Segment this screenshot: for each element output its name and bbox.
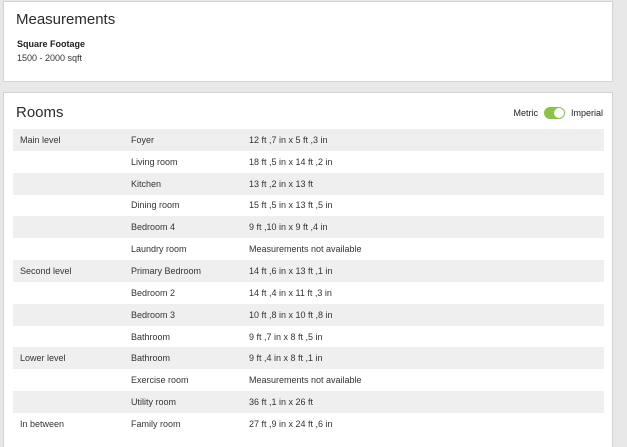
room-cell: Bathroom [131,331,171,342]
table-row: Lower level Bathroom 9 ft ,4 in x 8 ft ,1 … [13,347,604,370]
room-cell: Primary Bedroom [131,265,202,276]
level-cell: Second level [20,265,72,276]
table-row: Laundry room Measurements not available [13,238,604,260]
room-cell: Bedroom 3 [131,309,176,320]
dimensions-cell: 12 ft ,7 in x 5 ft ,3 in [249,134,328,145]
measurements-card: Measurements Square Footage 1500 - 2000 … [3,1,613,82]
table-row: Main level Foyer 12 ft ,7 in x 5 ft ,3 in [13,129,604,151]
dimensions-cell: 36 ft ,1 in x 26 ft [249,397,314,408]
table-row: Second level Primary Bedroom 14 ft ,6 in x… [13,260,604,282]
table-row: Living room 18 ft ,5 in x 14 ft ,2 in [13,151,604,173]
room-cell: Bedroom 2 [131,287,176,298]
table-row: Utility room 36 ft ,1 in x 26 ft [13,391,604,413]
measurements-title: Measurements [16,11,116,28]
dimensions-cell: 13 ft ,2 in x 13 ft [249,178,314,189]
dimensions-cell: 14 ft ,4 in x 11 ft ,3 in [249,287,332,298]
dimensions-cell: 10 ft ,8 in x 10 ft ,8 in [249,309,333,320]
table-row: Bedroom 4 9 ft ,10 in x 9 ft ,4 in [13,216,604,239]
table-row: Exercise room Measurements not available [13,369,604,391]
toggle-knob [553,108,564,118]
room-cell: Exercise room [131,375,189,386]
table-row: Dining room 15 ft ,5 in x 13 ft ,5 in [13,195,604,217]
dimensions-cell: 15 ft ,5 in x 13 ft ,5 in [249,200,333,211]
rooms-card: Rooms Metric Imperial Main level Foyer 12 … [3,92,613,447]
room-cell: Utility room [131,397,177,408]
table-row: Bathroom 9 ft ,7 in x 8 ft ,5 in [13,326,604,348]
room-cell: Kitchen [131,178,162,189]
dimensions-cell: Measurements not available [249,244,362,255]
rooms-table: Main level Foyer 12 ft ,7 in x 5 ft ,3 in L… [13,129,604,435]
dimensions-cell: Measurements not available [249,375,362,386]
unit-toggle-switch[interactable] [543,107,565,119]
room-cell: Bathroom [131,353,171,364]
table-row: In between Family room 27 ft ,9 in x 24 ft… [13,413,604,435]
dimensions-cell: 9 ft ,10 in x 9 ft ,4 in [249,222,328,233]
room-cell: Dining room [131,200,180,211]
dimensions-cell: 18 ft ,5 in x 14 ft ,2 in [249,156,333,167]
metric-option[interactable]: Metric [513,108,538,118]
rooms-title: Rooms [16,104,64,121]
square-footage-value: 1500 - 2000 sqft [17,53,83,63]
imperial-option[interactable]: Imperial [571,108,603,118]
level-cell: In between [20,418,65,429]
room-cell: Laundry room [131,244,187,255]
level-cell: Lower level [20,353,66,364]
room-cell: Living room [131,156,178,167]
unit-toggle: Metric Imperial [513,107,603,119]
table-row: Bedroom 3 10 ft ,8 in x 10 ft ,8 in [13,303,604,326]
room-cell: Family room [131,418,181,429]
table-row: Bedroom 2 14 ft ,4 in x 11 ft ,3 in [13,282,604,304]
dimensions-cell: 9 ft ,4 in x 8 ft ,1 in [249,353,323,364]
square-footage-label: Square Footage [17,39,86,49]
dimensions-cell: 27 ft ,9 in x 24 ft ,6 in [249,418,333,429]
room-cell: Bedroom 4 [131,222,176,233]
room-cell: Foyer [131,134,155,145]
level-cell: Main level [20,134,61,145]
table-row: Kitchen 13 ft ,2 in x 13 ft [13,172,604,195]
dimensions-cell: 14 ft ,6 in x 13 ft ,1 in [249,265,333,276]
dimensions-cell: 9 ft ,7 in x 8 ft ,5 in [249,331,323,342]
